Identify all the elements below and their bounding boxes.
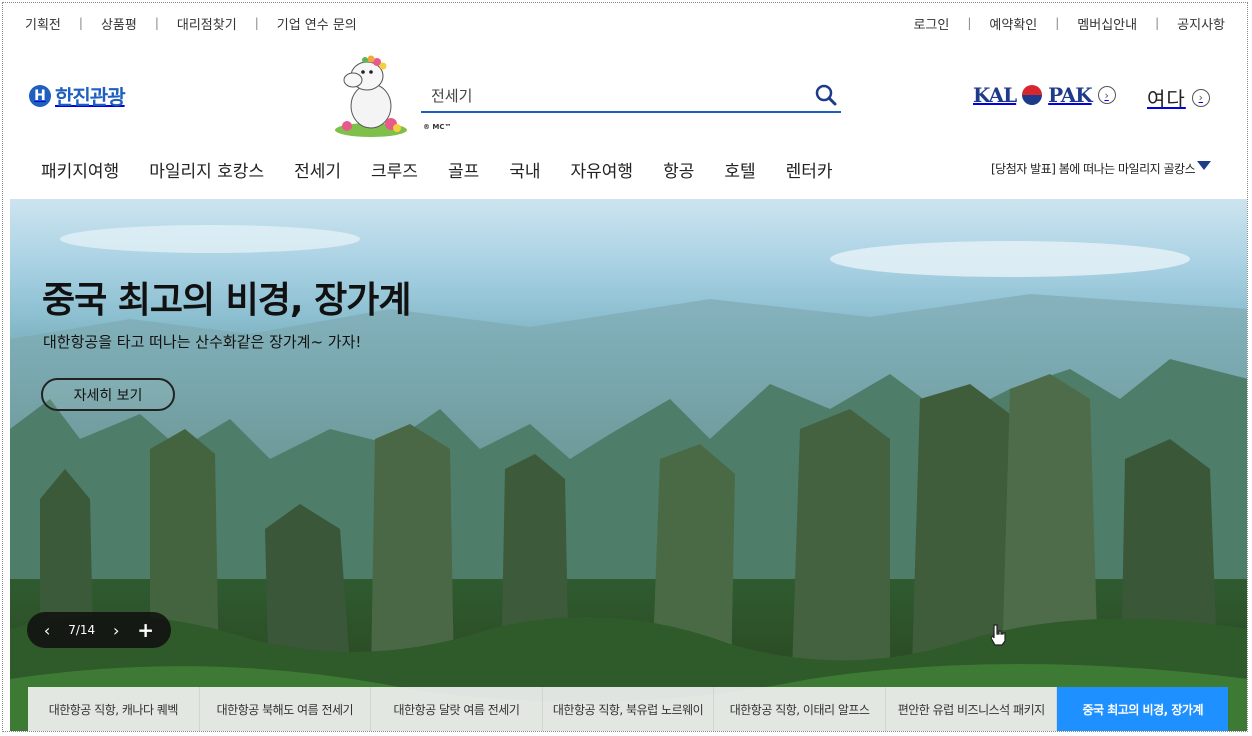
slide-tab[interactable]: 대한항공 직항, 이태리 알프스 [714, 687, 886, 731]
hanjin-logo-icon: H [29, 84, 51, 107]
nav-item-package[interactable]: 패키지여행 [41, 157, 119, 182]
plus-icon[interactable]: + [137, 618, 154, 642]
notice-dropdown-icon[interactable] [1197, 161, 1211, 170]
chevron-right-circle-icon: › [1097, 86, 1116, 104]
util-link-reservation-check[interactable]: 예약확인 [989, 14, 1037, 33]
search-input[interactable] [421, 86, 811, 104]
hanjin-logo-text: 한진관광 [55, 85, 126, 109]
util-link-agency-finder[interactable]: 대리점찾기 [177, 14, 237, 33]
hero-subtitle: 대한항공을 타고 떠나는 산수화같은 장가계~ 가자! [43, 333, 362, 351]
utility-right: 로그인 예약확인 멤버십안내 공지사항 [913, 13, 1225, 33]
nav-item-domestic[interactable]: 국내 [509, 157, 540, 182]
slide-counter: 7/14 [68, 623, 96, 637]
nav-item-rentacar[interactable]: 렌터카 [786, 157, 833, 182]
hero-title: 중국 최고의 비경, 장가계 [42, 280, 411, 321]
kalpak-logo-right: PAK [1048, 83, 1092, 107]
kalpak-logo-left: KAL [973, 83, 1017, 107]
slide-tab[interactable]: 대한항공 직항, 북유럽 노르웨이 [542, 687, 715, 731]
slide-tabs: 대한항공 직항, 캐나다 퀘벡 대한항공 북해도 여름 전세기 대한항공 달랏 … [28, 687, 1229, 731]
utility-bar: 기획전 상품평 대리점찾기 기업 연수 문의 로그인 예약확인 멤버십안내 공지… [25, 13, 1225, 33]
slide-tab[interactable]: 대한항공 달랏 여름 전세기 [371, 687, 543, 731]
kalpak-link[interactable]: KAL PAK › [973, 83, 1116, 107]
moomin-mascot-image [335, 55, 407, 137]
nav-item-flight[interactable]: 항공 [663, 157, 694, 182]
mascot-trademark: ® MC™ [423, 123, 452, 131]
main-nav: 패키지여행 마일리지 호캉스 전세기 크루즈 골프 국내 자유여행 항공 호텔 … [41, 157, 863, 182]
util-link-reviews[interactable]: 상품평 [101, 14, 137, 33]
nav-item-charter[interactable]: 전세기 [294, 157, 341, 182]
util-link-login[interactable]: 로그인 [913, 14, 949, 33]
hanjin-logo[interactable]: H 한진관광 [29, 81, 126, 110]
slide-tab[interactable]: 편안한 유럽 비즈니스석 패키지 [885, 687, 1058, 731]
nav-item-free-travel[interactable]: 자유여행 [571, 157, 634, 182]
notice-ticker[interactable]: [당첨자 발표] 봄에 떠나는 마일리지 골캉스 [991, 160, 1196, 177]
search-bar [421, 79, 841, 113]
hero-detail-button[interactable]: 자세히 보기 [41, 378, 175, 411]
util-link-exhibition[interactable]: 기획전 [25, 14, 61, 33]
utility-left: 기획전 상품평 대리점찾기 기업 연수 문의 [25, 13, 357, 33]
search-button[interactable] [811, 80, 841, 110]
nav-item-cruise[interactable]: 크루즈 [371, 157, 418, 182]
nav-item-hotel[interactable]: 호텔 [724, 157, 755, 182]
util-link-membership[interactable]: 멤버십안내 [1077, 14, 1137, 33]
mouse-pointer-icon [990, 624, 1006, 646]
chevron-left-icon[interactable]: ‹ [44, 621, 50, 640]
slide-tab[interactable]: 대한항공 직항, 캐나다 퀘벡 [28, 687, 200, 731]
slide-tab[interactable]: 대한항공 북해도 여름 전세기 [199, 687, 372, 731]
slide-pager: ‹ 7/14 › + [27, 612, 171, 648]
yeoda-link[interactable]: 여다 › [1147, 83, 1210, 112]
util-link-corporate-inquiry[interactable]: 기업 연수 문의 [277, 14, 357, 33]
chevron-right-icon[interactable]: › [113, 621, 119, 640]
page-frame: 기획전 상품평 대리점찾기 기업 연수 문의 로그인 예약확인 멤버십안내 공지… [2, 2, 1248, 732]
util-link-notice[interactable]: 공지사항 [1177, 14, 1225, 33]
yeoda-logo: 여다 [1147, 87, 1186, 111]
search-icon [815, 84, 837, 106]
chevron-right-circle-icon: › [1191, 88, 1210, 107]
slide-tab-active[interactable]: 중국 최고의 비경, 장가계 [1057, 687, 1229, 731]
hero-banner: 중국 최고의 비경, 장가계 대한항공을 타고 떠나는 산수화같은 장가계~ 가… [10, 199, 1247, 731]
taeguk-icon [1022, 85, 1043, 105]
nav-item-mileage-hocance[interactable]: 마일리지 호캉스 [149, 157, 264, 182]
nav-item-golf[interactable]: 골프 [448, 157, 479, 182]
